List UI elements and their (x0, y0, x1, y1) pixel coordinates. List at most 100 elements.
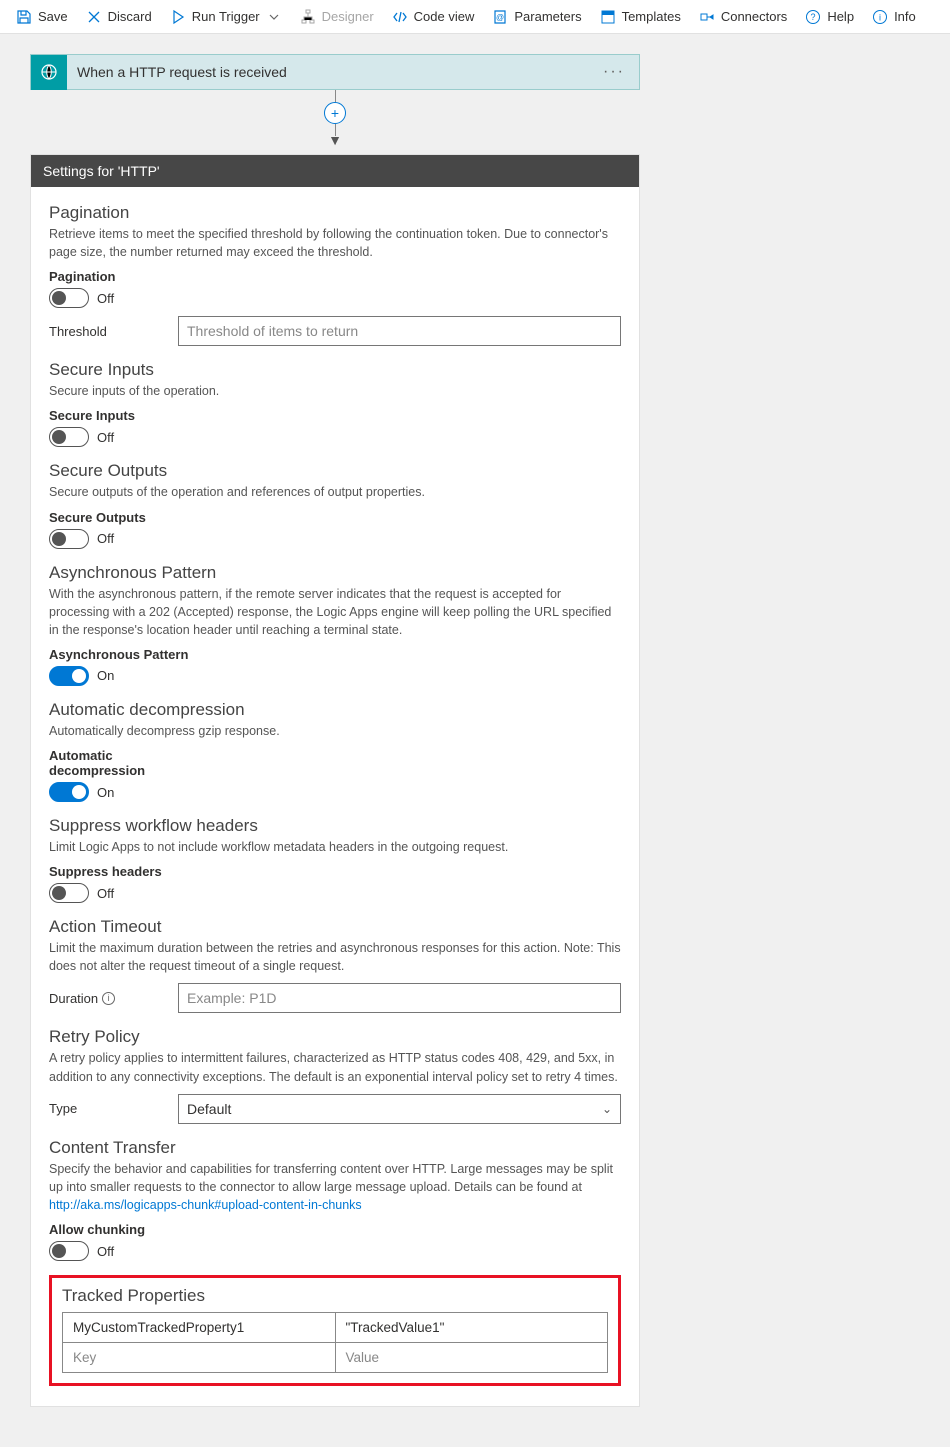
more-icon[interactable]: ··· (589, 63, 639, 81)
code-icon (392, 9, 408, 25)
section-secure-outputs: Secure Outputs Secure outputs of the ope… (49, 461, 621, 548)
secure-inputs-toggle[interactable] (49, 427, 89, 447)
ct-desc: Specify the behavior and capabilities fo… (49, 1160, 621, 1214)
parameters-button[interactable]: @ Parameters (484, 5, 589, 29)
discard-button[interactable]: Discard (78, 5, 160, 29)
retry-desc: A retry policy applies to intermittent f… (49, 1049, 621, 1085)
chunking-toggle[interactable] (49, 1241, 89, 1261)
pagination-desc: Retrieve items to meet the specified thr… (49, 225, 621, 261)
decompress-title: Automatic decompression (49, 700, 621, 720)
pagination-title: Pagination (49, 203, 621, 223)
trigger-title: When a HTTP request is received (67, 64, 589, 80)
info-button[interactable]: i Info (864, 5, 924, 29)
tracked-key-input[interactable]: Key (63, 1343, 336, 1373)
secure-inputs-label: Secure Inputs (49, 408, 621, 423)
tracked-key-input[interactable]: MyCustomTrackedProperty1 (63, 1313, 336, 1343)
suppress-toggle[interactable] (49, 883, 89, 903)
http-trigger-icon (31, 55, 67, 90)
tracked-properties-highlight: Tracked Properties MyCustomTrackedProper… (49, 1275, 621, 1386)
duration-input[interactable] (178, 983, 621, 1013)
retry-type-value: Default (187, 1101, 231, 1117)
svg-text:i: i (879, 12, 881, 22)
parameters-label: Parameters (514, 9, 581, 24)
code-view-button[interactable]: Code view (384, 5, 483, 29)
designer-icon (300, 9, 316, 25)
suppress-title: Suppress workflow headers (49, 816, 621, 836)
info-icon: i (872, 9, 888, 25)
section-content-transfer: Content Transfer Specify the behavior an… (49, 1138, 621, 1261)
play-icon (170, 9, 186, 25)
section-secure-inputs: Secure Inputs Secure inputs of the opera… (49, 360, 621, 447)
info-icon[interactable]: i (102, 992, 115, 1005)
templates-button[interactable]: Templates (592, 5, 689, 29)
retry-type-label: Type (49, 1101, 164, 1116)
chunking-label: Allow chunking (49, 1222, 621, 1237)
threshold-input[interactable] (178, 316, 621, 346)
connectors-button[interactable]: Connectors (691, 5, 795, 29)
chevron-down-icon (266, 9, 282, 25)
pagination-label: Pagination (49, 269, 621, 284)
toolbar: Save Discard Run Trigger Designer Code v… (0, 0, 950, 34)
connectors-label: Connectors (721, 9, 787, 24)
async-label: Asynchronous Pattern (49, 647, 621, 662)
designer-label: Designer (322, 9, 374, 24)
ct-link[interactable]: http://aka.ms/logicapps-chunk#upload-con… (49, 1198, 362, 1212)
section-suppress-headers: Suppress workflow headers Limit Logic Ap… (49, 816, 621, 903)
settings-header: Settings for 'HTTP' (31, 155, 639, 187)
save-label: Save (38, 9, 68, 24)
async-desc: With the asynchronous pattern, if the re… (49, 585, 621, 639)
section-async-pattern: Asynchronous Pattern With the asynchrono… (49, 563, 621, 686)
chunking-state: Off (97, 1244, 114, 1259)
async-state: On (97, 668, 114, 683)
decompress-desc: Automatically decompress gzip response. (49, 722, 621, 740)
pagination-state: Off (97, 291, 114, 306)
arrow-down-icon: ▼ (328, 132, 342, 148)
async-title: Asynchronous Pattern (49, 563, 621, 583)
secure-outputs-state: Off (97, 531, 114, 546)
pagination-toggle[interactable] (49, 288, 89, 308)
suppress-state: Off (97, 886, 114, 901)
suppress-label: Suppress headers (49, 864, 621, 879)
decompress-state: On (97, 785, 114, 800)
table-row: MyCustomTrackedProperty1 "TrackedValue1" (63, 1313, 608, 1343)
async-toggle[interactable] (49, 666, 89, 686)
templates-icon (600, 9, 616, 25)
designer-button: Designer (292, 5, 382, 29)
tracked-value-input[interactable]: Value (335, 1343, 608, 1373)
threshold-label: Threshold (49, 324, 164, 339)
retry-type-select[interactable]: Default ⌄ (178, 1094, 621, 1124)
trigger-card[interactable]: When a HTTP request is received ··· (30, 54, 640, 90)
decompress-label: Automatic decompression (49, 748, 159, 778)
section-auto-decompress: Automatic decompression Automatically de… (49, 700, 621, 802)
suppress-desc: Limit Logic Apps to not include workflow… (49, 838, 621, 856)
section-retry-policy: Retry Policy A retry policy applies to i… (49, 1027, 621, 1123)
connectors-icon (699, 9, 715, 25)
table-row: Key Value (63, 1343, 608, 1373)
connector: + ▼ (30, 90, 640, 148)
code-view-label: Code view (414, 9, 475, 24)
section-action-timeout: Action Timeout Limit the maximum duratio… (49, 917, 621, 1013)
save-button[interactable]: Save (8, 5, 76, 29)
save-icon (16, 9, 32, 25)
svg-text:@: @ (496, 13, 504, 22)
parameters-icon: @ (492, 9, 508, 25)
info-label: Info (894, 9, 916, 24)
tracked-title: Tracked Properties (62, 1286, 608, 1306)
run-trigger-button[interactable]: Run Trigger (162, 5, 290, 29)
help-button[interactable]: ? Help (797, 5, 862, 29)
decompress-toggle[interactable] (49, 782, 89, 802)
designer-canvas: When a HTTP request is received ··· + ▼ … (0, 34, 950, 1447)
chevron-down-icon: ⌄ (602, 1102, 612, 1116)
timeout-desc: Limit the maximum duration between the r… (49, 939, 621, 975)
settings-card: Settings for 'HTTP' Pagination Retrieve … (30, 154, 640, 1407)
secure-inputs-state: Off (97, 430, 114, 445)
secure-outputs-toggle[interactable] (49, 529, 89, 549)
run-trigger-label: Run Trigger (192, 9, 260, 24)
tracked-value-input[interactable]: "TrackedValue1" (335, 1313, 608, 1343)
add-step-button[interactable]: + (324, 102, 346, 124)
svg-text:?: ? (811, 12, 816, 22)
discard-label: Discard (108, 9, 152, 24)
secure-inputs-desc: Secure inputs of the operation. (49, 382, 621, 400)
discard-icon (86, 9, 102, 25)
secure-inputs-title: Secure Inputs (49, 360, 621, 380)
